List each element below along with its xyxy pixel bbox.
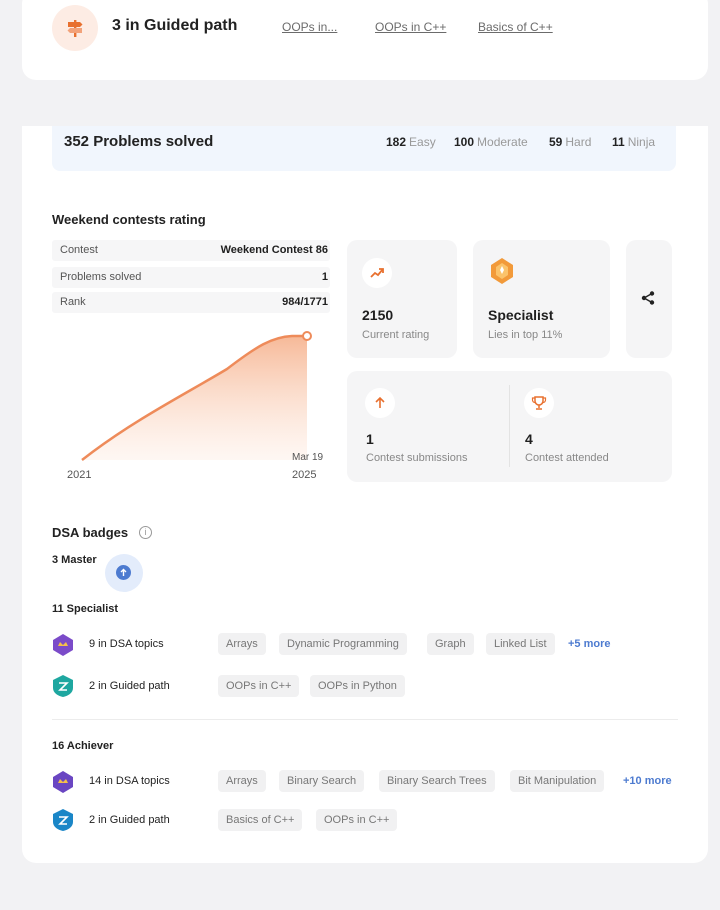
submissions-label: Contest submissions <box>366 452 468 464</box>
share-icon <box>641 291 655 310</box>
info-icon[interactable]: i <box>139 526 152 539</box>
difficulty-moderate: 100 Moderate <box>454 135 528 149</box>
specialist-dsa-label: 9 in DSA topics <box>89 638 164 650</box>
achiever-chip-basics-cpp[interactable]: Basics of C++ <box>218 809 303 831</box>
guided-link-basics-cpp[interactable]: Basics of C++ <box>478 20 553 34</box>
achiever-guided-badge-icon <box>53 809 73 831</box>
problems-solved-title: 352 Problems solved <box>64 133 214 150</box>
contest-row: Contest Weekend Contest 86 <box>52 240 330 261</box>
difficulty-ninja: 11 Ninja <box>612 135 656 149</box>
achiever-chip-oops-cpp[interactable]: OOPs in C++ <box>316 809 398 831</box>
specialist-more-link[interactable]: +5 more <box>568 638 611 650</box>
trophy-icon <box>524 388 554 418</box>
specialist-chip-linked-list[interactable]: Linked List <box>486 633 555 655</box>
guided-link-oops[interactable]: OOPs in... <box>282 20 337 34</box>
specialist-chip-oops-cpp[interactable]: OOPs in C++ <box>218 675 300 697</box>
rating-chart-svg <box>81 331 312 461</box>
problems-solved-banner: 352 Problems solved 182 Easy 100 Moderate … <box>52 126 676 171</box>
achiever-chip-arrays[interactable]: Arrays <box>218 770 266 792</box>
master-badge-count: 3 Master <box>52 554 97 566</box>
rank-row: Rank 984/1771 <box>52 292 330 313</box>
specialist-dsa-badge-icon <box>53 634 73 656</box>
specialist-badge-icon <box>487 256 517 286</box>
specialist-chip-oops-python[interactable]: OOPs in Python <box>310 675 405 697</box>
current-rating-tile: 2150 Current rating <box>347 240 457 358</box>
profile-stats-card: 352 Problems solved 182 Easy 100 Moderate … <box>22 126 708 863</box>
dsa-badges-title: DSA badges <box>52 525 129 540</box>
arrow-up-icon <box>116 565 131 580</box>
achiever-chip-bst[interactable]: Binary Search Trees <box>379 770 495 792</box>
specialist-badge-count: 11 Specialist <box>52 603 119 615</box>
specialist-chip-graph[interactable]: Graph <box>427 633 474 655</box>
achiever-chip-binary-search[interactable]: Binary Search <box>279 770 365 792</box>
chart-point-label: Mar 19 <box>292 452 324 463</box>
current-rating-label: Current rating <box>362 329 430 341</box>
achiever-more-link[interactable]: +10 more <box>623 775 672 787</box>
guided-path-card: 3 in Guided path OOPs in... OOPs in C++ … <box>22 0 708 80</box>
current-rating-value: 2150 <box>362 307 394 323</box>
arrow-up-icon <box>365 388 395 418</box>
specialist-guided-badge-icon <box>53 675 73 697</box>
attended-value: 4 <box>525 431 533 447</box>
scroll-up-button[interactable] <box>105 554 143 592</box>
level-label: Lies in top 11% <box>488 329 563 341</box>
specialist-chip-dp[interactable]: Dynamic Programming <box>279 633 407 655</box>
level-value: Specialist <box>488 307 554 323</box>
rating-point-latest <box>302 331 312 341</box>
share-button[interactable] <box>626 240 672 358</box>
contest-activity-tile: 1 Contest submissions 4 Contest attended <box>347 371 672 482</box>
trending-up-icon <box>362 258 392 288</box>
level-tile: Specialist Lies in top 11% <box>473 240 610 358</box>
guided-link-oops-cpp[interactable]: OOPs in C++ <box>375 20 446 34</box>
signpost-icon <box>52 5 98 51</box>
submissions-value: 1 <box>366 431 374 447</box>
achiever-badge-count: 16 Achiever <box>52 740 114 752</box>
achiever-guided-label: 2 in Guided path <box>89 814 170 826</box>
achiever-dsa-label: 14 in DSA topics <box>89 775 170 787</box>
achiever-dsa-badge-icon <box>53 771 73 793</box>
chart-x-start: 2021 <box>67 469 92 481</box>
chart-x-end: 2025 <box>292 469 317 481</box>
difficulty-hard: 59 Hard <box>549 135 592 149</box>
rating-area <box>82 336 307 460</box>
guided-path-title: 3 in Guided path <box>112 17 238 34</box>
problems-solved-row: Problems solved 1 <box>52 267 330 288</box>
contest-section-title: Weekend contests rating <box>52 212 206 227</box>
rating-chart: Mar 19 2021 2025 <box>52 321 330 486</box>
difficulty-easy: 182 Easy <box>386 135 436 149</box>
specialist-chip-arrays[interactable]: Arrays <box>218 633 266 655</box>
tile-divider <box>509 385 510 467</box>
badge-divider <box>52 719 678 720</box>
specialist-guided-label: 2 in Guided path <box>89 680 170 692</box>
achiever-chip-bit-manipulation[interactable]: Bit Manipulation <box>510 770 605 792</box>
attended-label: Contest attended <box>525 452 609 464</box>
